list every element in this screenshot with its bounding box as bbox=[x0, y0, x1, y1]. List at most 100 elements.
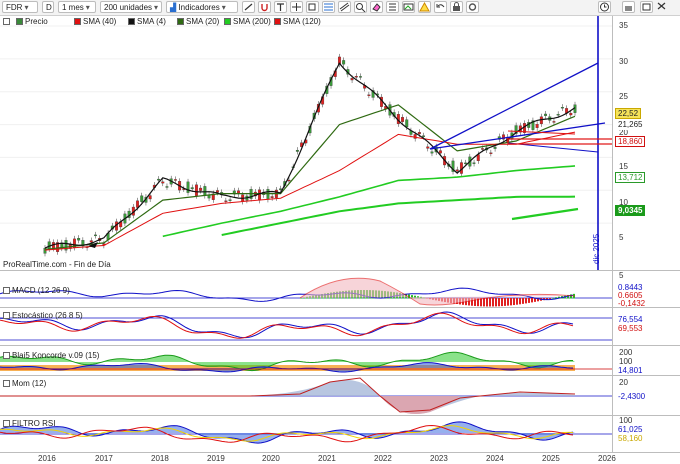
candle-body bbox=[552, 121, 556, 123]
macd-chart[interactable] bbox=[0, 271, 612, 308]
eraser-icon[interactable] bbox=[370, 1, 383, 13]
lock-icon[interactable] bbox=[450, 1, 463, 13]
candle-body bbox=[405, 119, 409, 128]
macd-histogram-bar bbox=[525, 298, 527, 304]
popout-icon[interactable] bbox=[640, 1, 653, 13]
candle-body bbox=[194, 184, 198, 196]
macd-histogram-bar bbox=[495, 298, 497, 307]
image-icon[interactable] bbox=[402, 1, 415, 13]
axis-tick: 25 bbox=[619, 92, 628, 101]
mom-label: Mom (12) bbox=[3, 379, 46, 388]
candle-body bbox=[422, 135, 426, 137]
rsi-panel[interactable]: FILTRO RSI bbox=[0, 415, 612, 453]
macd-panel[interactable]: MACD (12 26 9) bbox=[0, 270, 612, 308]
stoch-label: Estocástico (26 8 5) bbox=[3, 311, 83, 320]
text-tool-icon[interactable] bbox=[274, 1, 287, 13]
candle-body bbox=[165, 186, 169, 188]
candle-body bbox=[535, 124, 539, 128]
candle-body bbox=[190, 187, 194, 190]
close-icon[interactable] bbox=[656, 1, 669, 13]
year-label: 2017 bbox=[95, 454, 113, 463]
blai-label: Blai5 Koncorde v.09 (15) bbox=[3, 351, 99, 360]
candle-body bbox=[224, 200, 228, 202]
candle-body bbox=[556, 114, 560, 116]
candle-body bbox=[199, 187, 203, 191]
price-panel[interactable]: ProRealTime.com - Fin de Día dic 2025 bbox=[0, 16, 633, 270]
chevron-down-icon: ▾ bbox=[221, 3, 226, 12]
price-chart[interactable] bbox=[0, 16, 633, 270]
candle-body bbox=[367, 94, 371, 96]
blai-panel[interactable]: Blai5 Koncorde v.09 (15) bbox=[0, 345, 612, 376]
candle-body bbox=[544, 113, 548, 116]
period-select[interactable]: 1 mes ▾ bbox=[58, 1, 96, 13]
sma40-tag: 18,860 bbox=[615, 136, 646, 147]
alert-icon[interactable] bbox=[418, 1, 431, 13]
stoch-panel[interactable]: Estocástico (26 8 5) bbox=[0, 307, 612, 346]
rsi-axis: 100 61,025 50 58,160 bbox=[612, 415, 680, 453]
candle-body bbox=[354, 75, 358, 78]
indicators-button[interactable]: ▟ Indicadores ▾ bbox=[166, 1, 238, 13]
macd-histogram-bar bbox=[504, 298, 506, 306]
time-axis[interactable]: 2016 2017 2018 2019 2020 2021 2022 2023 … bbox=[0, 452, 680, 464]
axis-tick: 5 bbox=[619, 233, 624, 242]
rsi-chart[interactable] bbox=[0, 416, 612, 453]
sma200-tag: 9,0345 bbox=[615, 205, 646, 216]
magnet-icon[interactable] bbox=[258, 1, 271, 13]
axis-tick: 20 bbox=[619, 378, 628, 387]
macd-histogram-bar bbox=[552, 297, 554, 299]
candle-body bbox=[417, 132, 421, 135]
stoch-chart[interactable] bbox=[0, 308, 612, 346]
shapes-icon[interactable] bbox=[306, 1, 319, 13]
last-price-tag: 22,52 bbox=[615, 108, 642, 119]
candle-body bbox=[77, 238, 81, 241]
settings-icon[interactable] bbox=[466, 1, 479, 13]
year-label: 2024 bbox=[486, 454, 504, 463]
macd-histogram-bar bbox=[519, 298, 521, 305]
candle-body bbox=[342, 60, 346, 65]
sma200-projection bbox=[511, 207, 579, 221]
list-icon[interactable] bbox=[386, 1, 399, 13]
crosshair-icon[interactable] bbox=[290, 1, 303, 13]
mom-chart[interactable] bbox=[0, 376, 612, 416]
price-axis[interactable]: 35 30 25 20 15 10 5 22,52 21,265 18,860 … bbox=[612, 16, 680, 270]
mode-label: D bbox=[46, 3, 52, 12]
macd-histogram-bar bbox=[513, 298, 515, 306]
ticker-select[interactable]: FDR ▾ bbox=[2, 1, 38, 13]
clock-icon[interactable] bbox=[598, 1, 611, 13]
channel-icon[interactable] bbox=[338, 1, 351, 13]
candle-body bbox=[216, 190, 219, 193]
zoom-icon[interactable] bbox=[354, 1, 367, 13]
ticker-label: FDR bbox=[6, 3, 23, 12]
candle-body bbox=[266, 189, 270, 200]
rsi-label: FILTRO RSI bbox=[3, 419, 55, 428]
macd-histogram-bar bbox=[528, 298, 530, 303]
lock-toggle-icon[interactable] bbox=[622, 1, 635, 13]
mode-button[interactable]: D bbox=[42, 1, 54, 13]
indicators-icon: ▟ bbox=[170, 3, 177, 12]
axis-tick: 200 bbox=[619, 348, 633, 357]
candle-body bbox=[258, 189, 261, 201]
mom-panel[interactable]: Mom (12) bbox=[0, 375, 612, 416]
candle-body bbox=[401, 117, 404, 122]
toolbar: FDR ▾ D 1 mes ▾ 200 unidades ▾ ▟ Indicadore… bbox=[0, 0, 680, 16]
blai-label-text: Blai5 Koncorde v.09 (15) bbox=[12, 351, 100, 360]
macd-histogram-bar bbox=[507, 298, 509, 306]
macd-histogram-bar bbox=[483, 298, 485, 307]
macd-histogram-bar bbox=[516, 298, 518, 305]
candle-body bbox=[89, 240, 93, 243]
chevron-down-icon: ▾ bbox=[154, 3, 159, 12]
candle-body bbox=[481, 148, 484, 150]
stoch-d-line bbox=[0, 312, 574, 339]
mom-line bbox=[0, 377, 576, 413]
candle-body bbox=[157, 178, 161, 181]
candle-body bbox=[287, 179, 291, 182]
fibonacci-icon[interactable] bbox=[322, 1, 335, 13]
draw-tool-icon[interactable] bbox=[242, 1, 255, 13]
candle-body bbox=[295, 149, 299, 152]
stoch-k-line bbox=[0, 311, 574, 339]
candle-body bbox=[186, 181, 190, 193]
indicators-label: Indicadores bbox=[178, 3, 220, 12]
candle-body bbox=[493, 146, 497, 149]
undo-icon[interactable] bbox=[434, 1, 447, 13]
units-select[interactable]: 200 unidades ▾ bbox=[100, 1, 162, 13]
